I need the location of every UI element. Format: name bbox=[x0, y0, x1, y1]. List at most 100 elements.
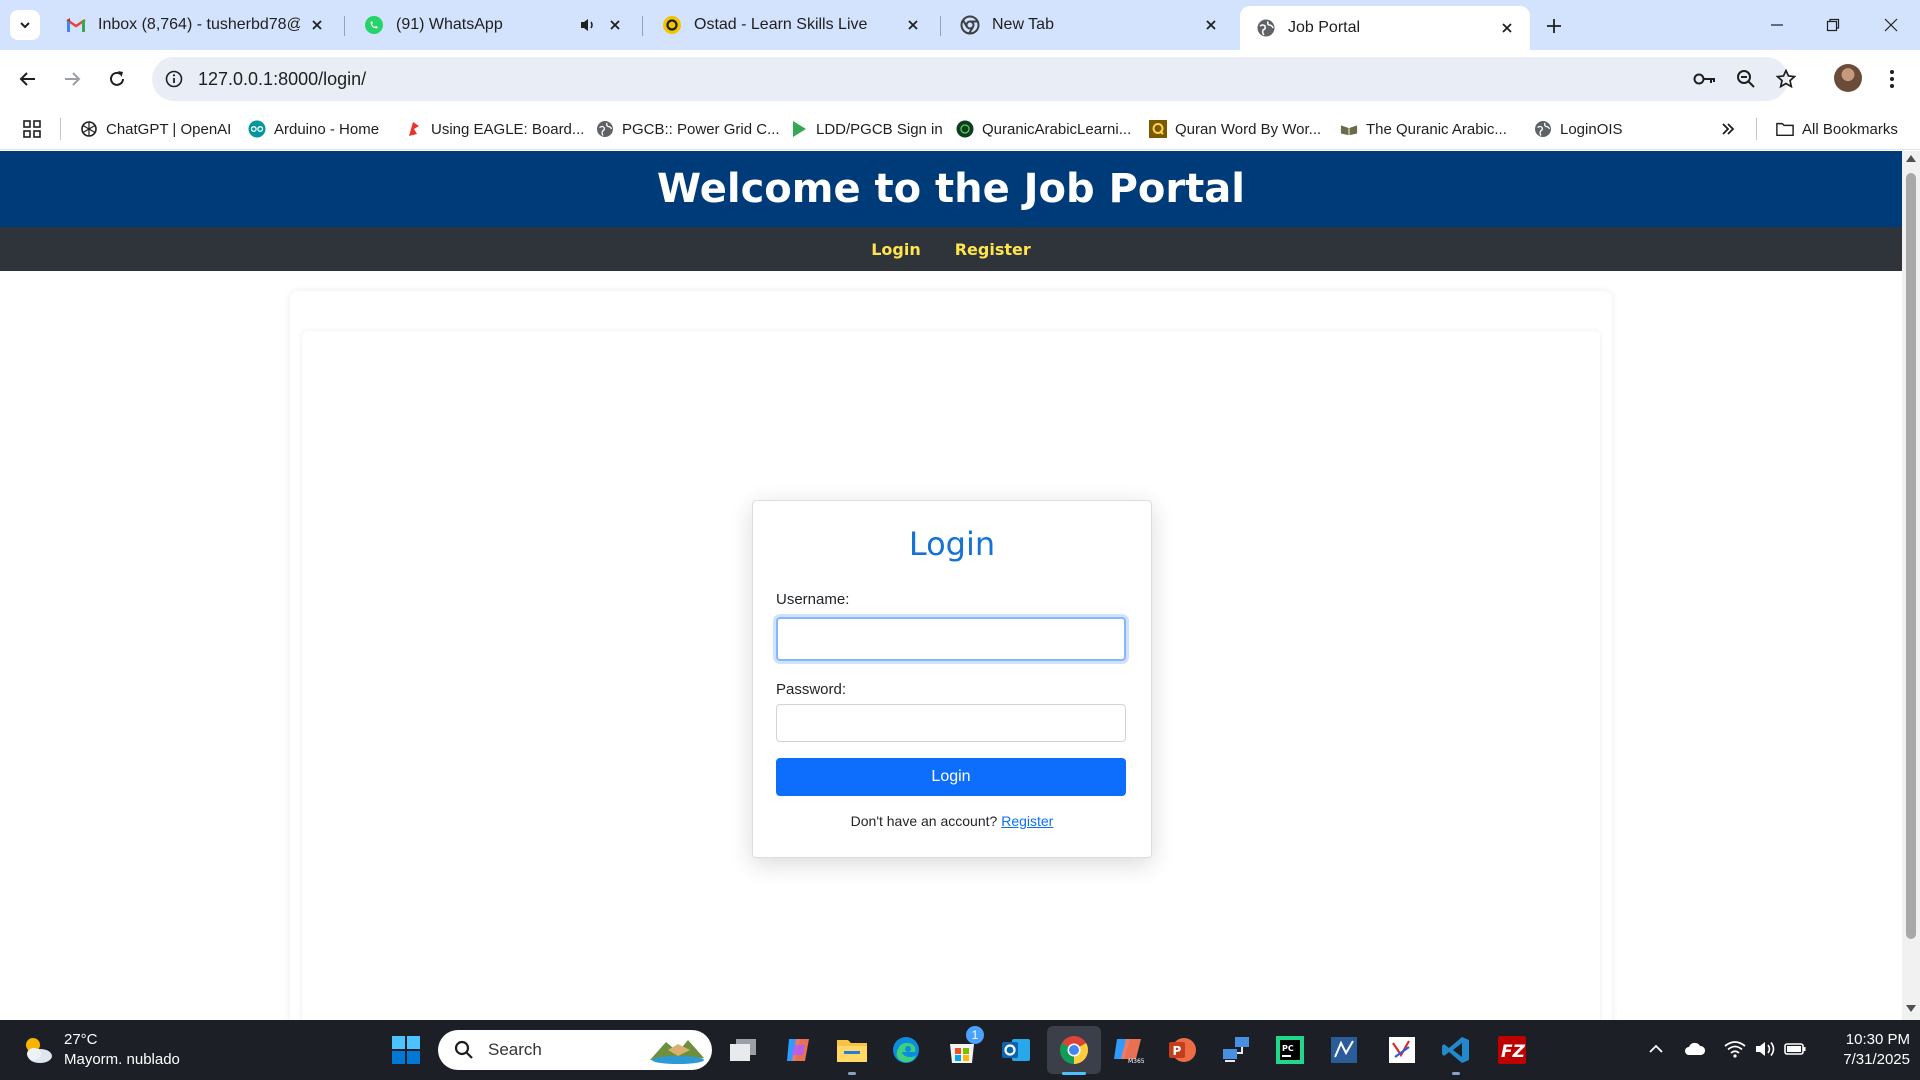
password-key-button[interactable] bbox=[1689, 63, 1721, 95]
scroll-thumb[interactable] bbox=[1906, 173, 1916, 939]
bookmark-quranic-arabic-corpus[interactable]: The Quranic Arabic... bbox=[1340, 108, 1507, 150]
apps-grid-icon bbox=[23, 120, 41, 138]
clock-time[interactable]: 10:30 PM bbox=[1820, 1031, 1910, 1048]
filezilla-icon: FZ bbox=[1498, 1036, 1526, 1064]
browser-menu-button[interactable] bbox=[1876, 63, 1908, 95]
browser-toolbar: 127.0.0.1:8000/login/ bbox=[0, 50, 1920, 108]
new-tab-button[interactable] bbox=[1540, 12, 1568, 40]
outlook-button[interactable] bbox=[998, 1032, 1034, 1068]
task-view-button[interactable] bbox=[725, 1032, 761, 1068]
edge-button[interactable] bbox=[888, 1032, 924, 1068]
profile-avatar[interactable] bbox=[1834, 64, 1862, 92]
ostad-icon bbox=[662, 15, 682, 35]
reload-button[interactable] bbox=[101, 63, 133, 95]
site-nav: Login Register bbox=[0, 227, 1902, 271]
m365-copilot-button[interactable]: M365 bbox=[1110, 1032, 1146, 1068]
tab-job-portal[interactable]: Job Portal bbox=[1240, 6, 1530, 50]
restore-icon bbox=[1826, 18, 1840, 32]
page-title: Welcome to the Job Portal bbox=[657, 166, 1245, 212]
volume-button[interactable] bbox=[1754, 1038, 1776, 1060]
taskbar-search[interactable]: Search bbox=[438, 1030, 712, 1070]
chrome-icon bbox=[1060, 1036, 1088, 1064]
svg-text:P: P bbox=[1173, 1044, 1182, 1058]
more-vertical-icon bbox=[1890, 70, 1894, 88]
weather-temperature[interactable]: 27°C bbox=[64, 1031, 98, 1048]
chrome-button[interactable] bbox=[1056, 1032, 1092, 1068]
bookmark-ldd-pgcb[interactable]: LDD/PGCB Sign in bbox=[790, 108, 943, 150]
register-prompt-text: Don't have an account? bbox=[850, 813, 998, 829]
nav-link-login[interactable]: Login bbox=[871, 240, 921, 259]
edge-browser-icon bbox=[893, 1037, 919, 1063]
username-input[interactable] bbox=[776, 617, 1126, 661]
speaker-icon[interactable] bbox=[578, 15, 598, 35]
pycharm-button[interactable]: PC bbox=[1272, 1032, 1308, 1068]
running-indicator bbox=[1452, 1072, 1460, 1075]
plus-icon bbox=[1547, 19, 1561, 33]
all-bookmarks-button[interactable]: All Bookmarks bbox=[1776, 108, 1898, 150]
bookmark-eagle[interactable]: Using EAGLE: Board... bbox=[405, 108, 584, 150]
minimize-button[interactable] bbox=[1754, 8, 1800, 42]
nav-link-register[interactable]: Register bbox=[955, 240, 1031, 259]
show-hidden-icons-button[interactable] bbox=[1645, 1038, 1667, 1060]
close-icon[interactable] bbox=[306, 14, 328, 36]
page-scrollbar[interactable] bbox=[1902, 151, 1920, 1020]
tab-title: Inbox (8,764) - tusherbd78@gm bbox=[98, 16, 300, 33]
info-icon[interactable] bbox=[162, 67, 186, 91]
battery-button[interactable] bbox=[1784, 1038, 1806, 1060]
bookmark-star-button[interactable] bbox=[1770, 63, 1802, 95]
bookmark-chatgpt[interactable]: ChatGPT | OpenAI bbox=[80, 108, 231, 150]
close-icon[interactable] bbox=[604, 14, 626, 36]
paint-tool-button[interactable] bbox=[1384, 1032, 1420, 1068]
back-button[interactable] bbox=[12, 63, 44, 95]
restore-button[interactable] bbox=[1810, 8, 1856, 42]
bookmark-label: Arduino - Home bbox=[274, 120, 380, 138]
store-badge: 1 bbox=[966, 1026, 984, 1044]
microsoft-store-button[interactable]: 1 bbox=[944, 1026, 984, 1068]
password-input[interactable] bbox=[776, 704, 1126, 742]
tab-search-button[interactable] bbox=[10, 10, 40, 40]
start-button[interactable] bbox=[388, 1032, 424, 1068]
register-link[interactable]: Register bbox=[1001, 813, 1053, 829]
url-text[interactable]: 127.0.0.1:8000/login/ bbox=[198, 69, 366, 90]
scroll-down-arrow-icon[interactable] bbox=[1906, 1005, 1916, 1012]
powerpoint-button[interactable]: P bbox=[1164, 1032, 1200, 1068]
vscode-button[interactable] bbox=[1438, 1032, 1474, 1068]
copilot-button[interactable] bbox=[780, 1032, 816, 1068]
file-explorer-button[interactable] bbox=[834, 1032, 870, 1068]
bookmark-quran-word[interactable]: Quran Word By Wor... bbox=[1149, 108, 1321, 150]
close-icon[interactable] bbox=[902, 14, 924, 36]
tab-title: Job Portal bbox=[1288, 19, 1361, 36]
onedrive-button[interactable] bbox=[1684, 1038, 1706, 1060]
bookmarks-overflow-button[interactable] bbox=[1716, 117, 1740, 141]
forward-button[interactable] bbox=[56, 63, 88, 95]
bookmark-loginois[interactable]: LoginOIS bbox=[1534, 108, 1623, 150]
tab-gmail[interactable]: Inbox (8,764) - tusherbd78@gm bbox=[50, 6, 340, 44]
cloud-icon bbox=[1685, 1042, 1706, 1055]
ssms-button[interactable] bbox=[1326, 1032, 1362, 1068]
close-window-button[interactable] bbox=[1868, 8, 1914, 42]
login-heading: Login bbox=[908, 525, 996, 563]
bookmark-arduino[interactable]: Arduino - Home bbox=[248, 108, 379, 150]
weather-cloudy-icon[interactable] bbox=[20, 1032, 56, 1068]
address-bar[interactable]: 127.0.0.1:8000/login/ bbox=[152, 57, 1788, 101]
zoom-button[interactable] bbox=[1730, 63, 1762, 95]
close-icon[interactable] bbox=[1496, 17, 1518, 39]
scroll-up-arrow-icon[interactable] bbox=[1906, 155, 1916, 162]
wifi-button[interactable] bbox=[1724, 1038, 1746, 1060]
apps-button[interactable] bbox=[20, 117, 44, 141]
chrome-icon bbox=[960, 15, 980, 35]
weather-description[interactable]: Mayorm. nublado bbox=[64, 1051, 180, 1068]
login-form-card: Login Username: Password: Login Don't ha… bbox=[752, 500, 1152, 858]
tab-ostad[interactable]: Ostad - Learn Skills Live bbox=[646, 6, 936, 44]
clock-date[interactable]: 7/31/2025 bbox=[1820, 1051, 1910, 1068]
tab-whatsapp[interactable]: (91) WhatsApp bbox=[348, 6, 638, 44]
bookmark-quranicarabic[interactable]: QuranicArabicLearni... bbox=[956, 108, 1131, 150]
login-submit-button[interactable]: Login bbox=[776, 758, 1126, 796]
close-icon[interactable] bbox=[1200, 14, 1222, 36]
bookmark-pgcb[interactable]: PGCB:: Power Grid C... bbox=[596, 108, 780, 150]
tab-separator bbox=[940, 16, 941, 36]
reload-icon bbox=[110, 71, 124, 86]
network-tool-button[interactable] bbox=[1218, 1032, 1254, 1068]
tab-new-tab[interactable]: New Tab bbox=[944, 6, 1234, 44]
filezilla-button[interactable]: FZ bbox=[1494, 1032, 1530, 1068]
